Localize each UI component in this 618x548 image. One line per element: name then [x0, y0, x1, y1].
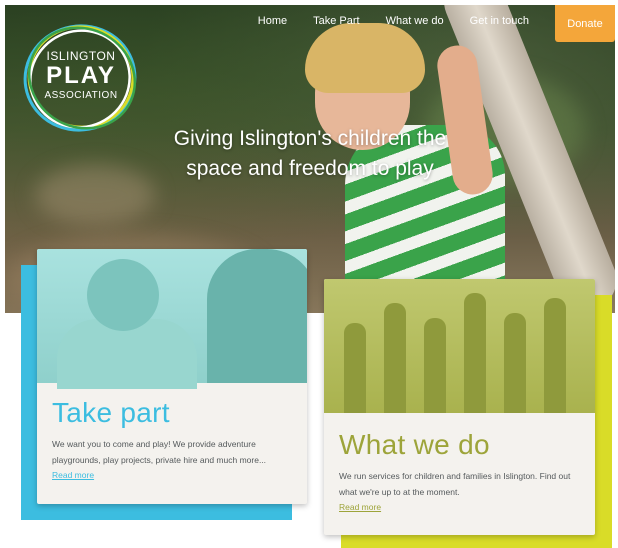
take-part-read-more-link[interactable]: Read more: [52, 470, 94, 480]
what-we-do-text: We run services for children and familie…: [339, 471, 571, 497]
logo-text-islington: ISLINGTON: [46, 49, 116, 63]
what-we-do-title: What we do: [339, 429, 490, 460]
hero-tagline: Giving Islington's children the space an…: [130, 124, 490, 184]
logo-text-association: ASSOCIATION: [44, 90, 118, 101]
photo-shape: [344, 323, 366, 413]
photo-shape: [504, 313, 526, 413]
tagline-line-2: space and freedom to play: [186, 157, 434, 180]
take-part-text: We want you to come and play! We provide…: [52, 439, 267, 465]
photo-shape: [424, 318, 446, 413]
donate-button[interactable]: Donate: [555, 5, 615, 42]
photo-shape: [207, 249, 307, 383]
take-part-photo: [37, 249, 307, 389]
tagline-line-1: Giving Islington's children the: [173, 127, 447, 150]
nav-get-in-touch[interactable]: Get in touch: [470, 5, 529, 27]
what-we-do-card[interactable]: What we do We run services for children …: [324, 279, 595, 535]
main-nav: Home Take Part What we do Get in touch D…: [258, 5, 615, 45]
nav-what-we-do[interactable]: What we do: [386, 5, 444, 27]
photo-shape: [384, 303, 406, 413]
nav-take-part[interactable]: Take Part: [313, 5, 359, 27]
take-part-title: Take part: [52, 397, 170, 428]
site-logo[interactable]: ISLINGTON PLAY ASSOCIATION: [22, 22, 140, 134]
photo-shape: [464, 293, 486, 413]
photo-shape: [544, 298, 566, 413]
take-part-card[interactable]: Take part We want you to come and play! …: [37, 249, 307, 504]
what-we-do-read-more-link[interactable]: Read more: [339, 502, 381, 512]
logo-text-play: PLAY: [46, 62, 116, 89]
photo-shape: [87, 259, 159, 331]
nav-home[interactable]: Home: [258, 5, 287, 27]
what-we-do-photo: [324, 279, 595, 413]
